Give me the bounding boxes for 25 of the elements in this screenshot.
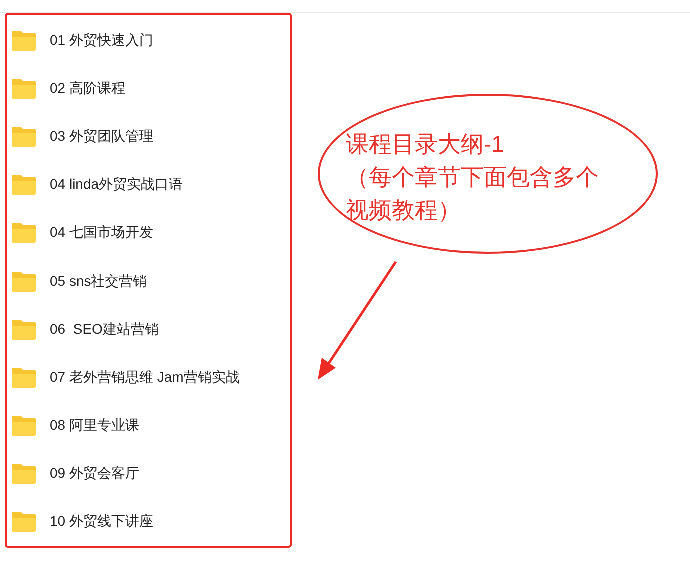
folder-icon (11, 30, 37, 52)
folder-name[interactable]: 05 sns社交营销 (50, 272, 148, 291)
folder-icon (11, 222, 37, 244)
folder-icon (11, 366, 37, 389)
folder-icon (11, 126, 37, 148)
folder-icon (11, 78, 37, 100)
folder-name[interactable]: 06 SEO建站营销 (50, 320, 159, 339)
folder-name[interactable]: 10 外贸线下讲座 (50, 512, 154, 531)
folder-name[interactable]: 01 外贸快速入门 (50, 32, 154, 50)
callout-text: 视频教程） (346, 196, 462, 225)
folder-icon (11, 462, 37, 485)
folder-icon (11, 174, 37, 196)
callout-text: 课程目录大纲-1 (346, 130, 506, 159)
callout-text: （每个章节下面包含多个 (346, 163, 599, 192)
folder-name[interactable]: 09 外贸会客厅 (50, 464, 140, 483)
folder-name[interactable]: 04 linda外贸实战口语 (50, 176, 184, 194)
folder-icon (11, 414, 37, 437)
folder-icon (11, 270, 37, 293)
folder-icon (11, 510, 37, 533)
folder-name[interactable]: 02 高阶课程 (50, 80, 126, 98)
folder-name[interactable]: 03 外贸团队管理 (50, 128, 154, 146)
folder-name[interactable]: 07 老外营销思维 Jam营销实战 (50, 368, 240, 387)
folder-name[interactable]: 08 阿里专业课 (50, 416, 140, 435)
folder-icon (11, 318, 37, 341)
folder-name[interactable]: 04 七国市场开发 (50, 224, 154, 242)
